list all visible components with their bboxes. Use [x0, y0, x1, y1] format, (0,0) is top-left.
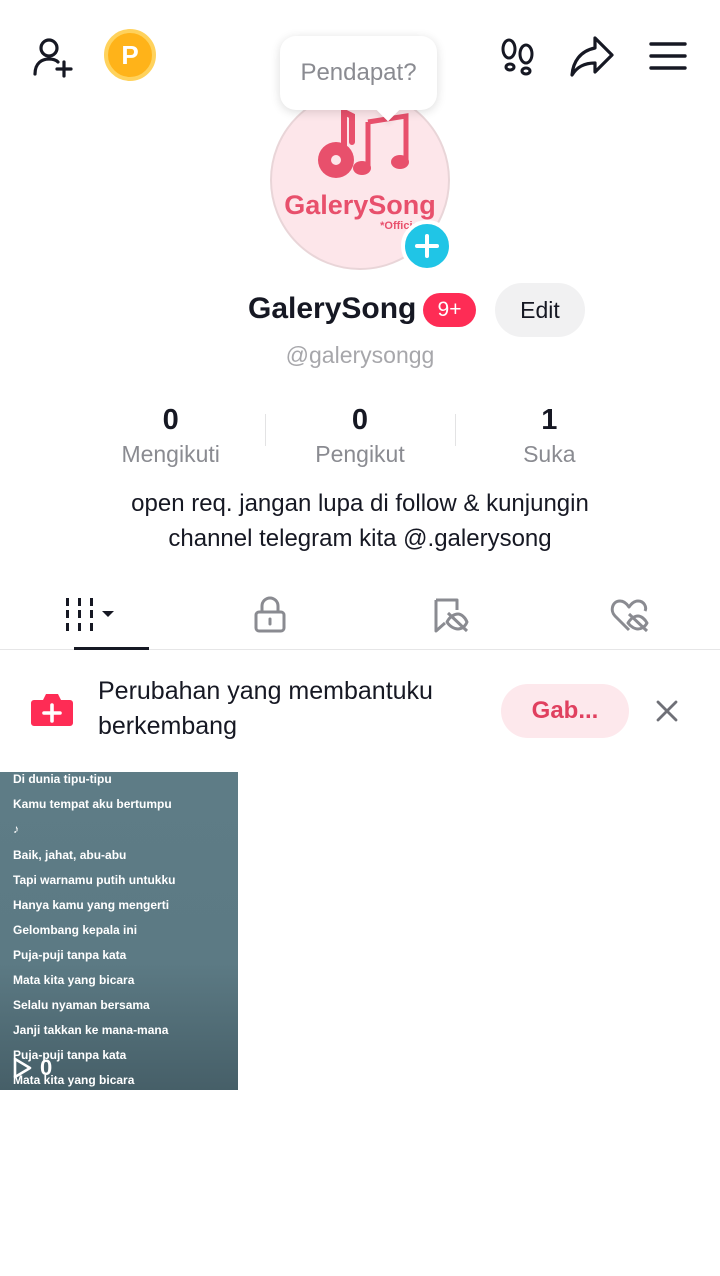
edit-profile-button[interactable]: Edit: [495, 283, 585, 337]
hidden-bookmark-icon: [434, 598, 469, 632]
camera-plus-icon: [30, 690, 74, 728]
stat-value: 0: [162, 404, 179, 436]
video-thumbnail[interactable]: Di dunia tipu-tipu Kamu tempat aku bertu…: [0, 772, 238, 1090]
hidden-heart-icon: [610, 599, 649, 632]
profile-handle: @galerysongg: [285, 342, 435, 368]
stat-followers[interactable]: 0 Pengikut: [265, 404, 454, 474]
close-icon[interactable]: [650, 694, 684, 728]
content-tabs: [0, 580, 720, 650]
share-icon[interactable]: [568, 32, 616, 80]
plus-icon: [415, 234, 439, 258]
stat-value: 0: [351, 404, 369, 436]
view-count: 0: [12, 1055, 52, 1081]
promo-line: Perubahan yang membantuku: [98, 677, 433, 705]
lyric-line: Hanya kamu yang mengerti: [13, 898, 170, 912]
profile-bio: open req. jangan lupa di follow & kunjun…: [60, 486, 660, 556]
lock-icon: [254, 596, 286, 632]
profile-name: GalerySong: [248, 292, 417, 325]
tab-liked[interactable]: [540, 580, 720, 649]
add-user-icon[interactable]: [28, 32, 78, 82]
lyric-line: Gelombang kepala ini: [13, 923, 138, 937]
promo-banner: Perubahan yang membantuku berkembang Gab…: [0, 650, 720, 770]
stat-value: 1: [541, 404, 558, 436]
lyric-line: Di dunia tipu-tipu: [13, 772, 112, 786]
lyric-line: Mata kita yang bicara: [13, 973, 135, 987]
tab-videos[interactable]: [0, 580, 180, 650]
name-row: GalerySong 9+ Edit: [0, 282, 720, 338]
stats-row: 0 Mengikuti 0 Pengikut 1 Suka: [76, 404, 644, 474]
notification-badge[interactable]: 9+: [423, 293, 476, 327]
play-icon: [13, 1057, 32, 1079]
grid-filter-icon: [66, 597, 114, 631]
add-story-button[interactable]: [401, 220, 453, 272]
feedback-tooltip[interactable]: Pendapat?: [280, 36, 437, 110]
bio-line: channel telegram kita @.galerysong: [168, 525, 552, 552]
tooltip-text: Pendapat?: [300, 59, 417, 86]
lyric-line: Janji takkan ke mana-mana: [13, 1023, 169, 1037]
bio-line: open req. jangan lupa di follow & kunjun…: [131, 490, 589, 517]
tab-reposts[interactable]: [360, 580, 540, 649]
promo-line: berkembang: [98, 712, 237, 740]
hamburger-menu-icon[interactable]: [646, 34, 690, 78]
stat-likes[interactable]: 1 Suka: [454, 404, 644, 474]
stat-label: Mengikuti: [121, 441, 220, 467]
coin-label: P: [121, 39, 139, 70]
tab-private[interactable]: [180, 580, 360, 649]
view-count-value: 0: [40, 1055, 53, 1080]
lyric-line: Kamu tempat aku bertumpu: [13, 797, 172, 811]
stat-label: Suka: [523, 441, 576, 467]
footprint-icon[interactable]: [496, 34, 540, 78]
promo-text: Perubahan yang membantuku berkembang: [98, 674, 488, 744]
avatar-title: GalerySong: [284, 190, 436, 220]
coin-icon[interactable]: P: [104, 29, 156, 81]
lyric-line: ♪: [13, 822, 19, 836]
join-button[interactable]: Gab...: [501, 684, 629, 738]
stat-following[interactable]: 0 Mengikuti: [76, 404, 265, 474]
lyric-line: Baik, jahat, abu-abu: [13, 848, 127, 862]
stat-label: Pengikut: [315, 441, 405, 467]
lyric-line: Selalu nyaman bersama: [13, 998, 150, 1012]
lyric-line: Tapi warnamu putih untukku: [13, 873, 176, 887]
lyric-line: Puja-puji tanpa kata: [13, 948, 127, 962]
